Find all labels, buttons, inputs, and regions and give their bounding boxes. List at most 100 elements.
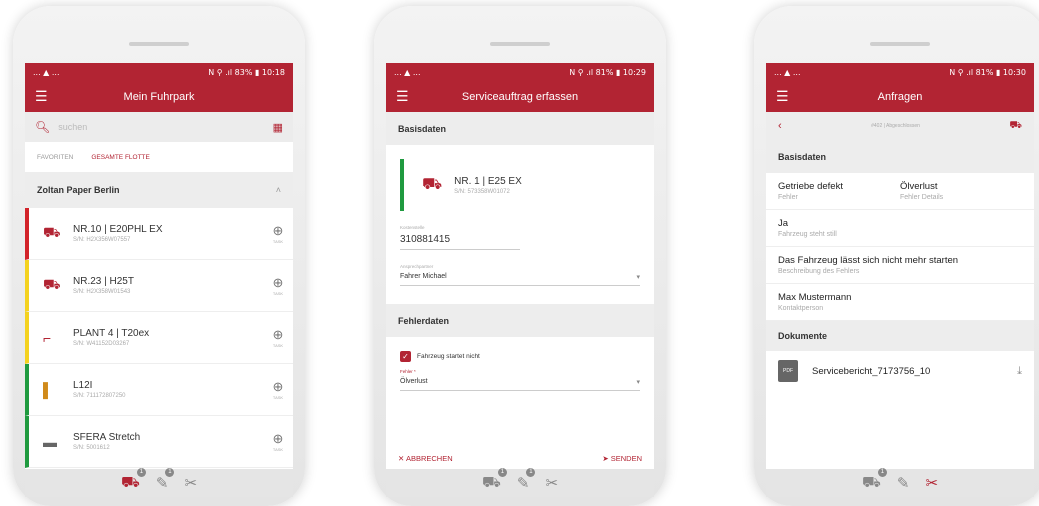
screen: ... ▲ ... N ⚲ .ıl 81% ▮ 10:29 ☰ Servicea…	[386, 63, 654, 473]
pallet-truck-icon: ⌐	[43, 329, 52, 346]
forklift-icon: ⛟	[422, 176, 443, 193]
vehicle-name: NR. 1 | E25 EX	[454, 175, 522, 187]
vehicle-serial: S/N: 711172807250	[73, 393, 126, 399]
add-task-label: TASK	[272, 343, 284, 348]
vehicle-name: L12I	[73, 380, 93, 391]
qr-scan-icon[interactable]: ▦	[273, 121, 283, 134]
field-value[interactable]: 310881415	[400, 230, 520, 250]
tab-fleet[interactable]: GESAMTE FLOTTE	[91, 154, 150, 161]
add-task-button[interactable]: ⊕ TASK	[263, 431, 293, 452]
document-item[interactable]: PDF Servicebericht_7173756_10 ⤓	[766, 351, 1034, 391]
page-title: Mein Fuhrpark	[123, 90, 195, 103]
pdf-icon: PDF	[778, 360, 798, 382]
dropdown-icon: ▾	[636, 379, 640, 386]
error-field[interactable]: Fehler * Ölverlust ▾	[386, 369, 654, 391]
tools-icon[interactable]: ✂	[545, 474, 558, 492]
app-bar: ☰ Mein Fuhrpark	[25, 81, 293, 112]
list-item[interactable]: ⛟ NR.10 | E20PHL EX S/N: H2X356W07557 ⊕ TA…	[25, 208, 293, 260]
tools-icon[interactable]: ✂	[184, 474, 197, 492]
speaker	[870, 42, 930, 46]
add-task-button[interactable]: ⊕ TASK	[263, 223, 293, 244]
status-left: ... ▲ ...	[774, 67, 801, 77]
search-input[interactable]: suchen	[58, 122, 272, 132]
vehicle-icon[interactable]: ⛟	[1009, 120, 1022, 133]
detail-value: Ölverlust	[900, 181, 938, 192]
vehicle-serial: S/N: H2X356W07557	[73, 237, 131, 243]
checkbox-label: Fahrzeug startet nicht	[417, 352, 480, 360]
forklift-icon: ⛟	[43, 276, 61, 292]
list-item[interactable]: ▌ L12I S/N: 711172807250 ⊕ TASK	[25, 364, 293, 416]
vehicle-name: NR.23 | H25T	[73, 276, 134, 287]
dropdown-icon: ▾	[636, 274, 640, 281]
contact-select[interactable]: Fahrer Michael ▾	[400, 269, 640, 286]
download-icon[interactable]: ⤓	[1017, 365, 1022, 378]
checkbox[interactable]: ✓	[400, 350, 411, 362]
status-left: ... ▲ ...	[33, 67, 60, 77]
add-task-button[interactable]: ⊕ TASK	[263, 327, 293, 348]
bottom-nav: ⛟ 1 ✎ 1 ✂	[25, 467, 293, 497]
status-right: N ⚲ .ıl 83% ▮ 10:18	[208, 67, 285, 77]
document-name[interactable]: Servicebericht_7173756_10	[812, 366, 1017, 377]
detail-label: Beschreibung des Fehlers	[778, 268, 860, 275]
error-select[interactable]: Ölverlust ▾	[400, 374, 640, 391]
badge: 1	[165, 468, 175, 477]
fleet-nav-icon[interactable]: ⛟ 1	[482, 467, 507, 493]
add-task-button[interactable]: ⊕ TASK	[263, 275, 293, 296]
list-item[interactable]: ▬ SFERA Stretch S/N: 5001612 ⊕ TASK	[25, 416, 293, 468]
request-status: #402 | Abgeschlossen	[871, 123, 920, 129]
status-right: N ⚲ .ıl 81% ▮ 10:29	[569, 67, 646, 77]
detail-row: Das Fahrzeug lässt sich nicht mehr start…	[766, 247, 1034, 284]
search-icon: 🔍︎	[35, 120, 51, 134]
fleet-nav-icon[interactable]: ⛟ 1	[121, 467, 146, 493]
detail-row: Getriebe defekt Fehler Ölverlust Fehler De…	[766, 173, 1034, 210]
app-bar: ☰ Anfragen	[766, 81, 1034, 112]
detail-value: Ja	[778, 218, 789, 229]
section-fehlerdaten: Fehlerdaten	[386, 304, 654, 337]
status-bar: ... ▲ ... N ⚲ .ıl 81% ▮ 10:29	[386, 63, 654, 81]
bottom-nav: ⛟ 1 ✎ ✂	[766, 467, 1034, 497]
badge: 1	[877, 467, 887, 477]
status-bar-indicator	[400, 159, 404, 211]
phone-service-order: ... ▲ ... N ⚲ .ıl 81% ▮ 10:29 ☰ Servicea…	[374, 6, 666, 506]
group-header[interactable]: Zoltan Paper Berlin ˄	[25, 172, 293, 208]
add-task-button[interactable]: ⊕ TASK	[263, 379, 293, 400]
requests-nav-icon[interactable]: ✎ 1	[156, 468, 175, 492]
add-task-label: TASK	[272, 239, 284, 244]
page-title: Serviceauftrag erfassen	[461, 90, 579, 103]
bottom-nav: ⛟ 1 ✎ 1 ✂	[386, 467, 654, 497]
badge: 1	[136, 467, 146, 477]
vehicle-name: PLANT 4 | T20ex	[73, 328, 150, 339]
app-bar: ☰ Serviceauftrag erfassen	[386, 81, 654, 112]
detail-label: Fehler	[778, 194, 798, 201]
fleet-nav-icon[interactable]: ⛟ 1	[862, 467, 887, 493]
phone-fleet: ... ▲ ... N ⚲ .ıl 83% ▮ 10:18 ☰ Mein Fuh…	[13, 6, 305, 506]
forklift-icon: ⛟	[43, 224, 61, 240]
speaker	[129, 42, 189, 46]
list-item[interactable]: ⛟ NR.23 | H25T S/N: H2X358W01543 ⊕ TASK	[25, 260, 293, 312]
select-value: Ölverlust	[400, 378, 428, 385]
cancel-button[interactable]: ✕ ABBRECHEN	[398, 454, 453, 463]
send-button[interactable]: ➤ SENDEN	[602, 454, 642, 463]
vehicle-serial: S/N: 573358W01072	[454, 188, 510, 195]
detail-label: Fahrzeug steht still	[778, 231, 837, 238]
tab-favorites[interactable]: FAVORITEN	[37, 154, 73, 161]
detail-value: Max Mustermann	[778, 292, 852, 303]
requests-nav-icon[interactable]: ✎	[897, 474, 910, 492]
detail-row: Max Mustermann Kontaktperson	[766, 284, 1034, 321]
requests-nav-icon[interactable]: ✎ 1	[517, 468, 536, 492]
contact-field[interactable]: Ansprechpartner Fahrer Michael ▾	[386, 264, 654, 286]
search-bar[interactable]: 🔍︎ suchen ▦	[25, 112, 293, 142]
checkbox-row[interactable]: ✓ Fahrzeug startet nicht	[386, 343, 654, 369]
vehicle-name: NR.10 | E20PHL EX	[73, 224, 163, 235]
cost-center-field[interactable]: Kostenstelle 310881415	[386, 225, 654, 250]
vehicle-serial: S/N: W41152D03267	[73, 341, 130, 347]
group-title: Zoltan Paper Berlin	[37, 185, 120, 195]
request-subbar: ‹ #402 | Abgeschlossen ⛟	[766, 112, 1034, 140]
list-item[interactable]: ⌐ PLANT 4 | T20ex S/N: W41152D03267 ⊕ TASK	[25, 312, 293, 364]
tools-icon[interactable]: ✂	[925, 474, 938, 492]
back-icon[interactable]: ‹	[778, 120, 782, 132]
chevron-up-icon[interactable]: ˄	[276, 185, 281, 195]
detail-value: Das Fahrzeug lässt sich nicht mehr start…	[778, 255, 959, 266]
status-right: N ⚲ .ıl 81% ▮ 10:30	[949, 67, 1026, 77]
badge: 1	[497, 467, 507, 477]
